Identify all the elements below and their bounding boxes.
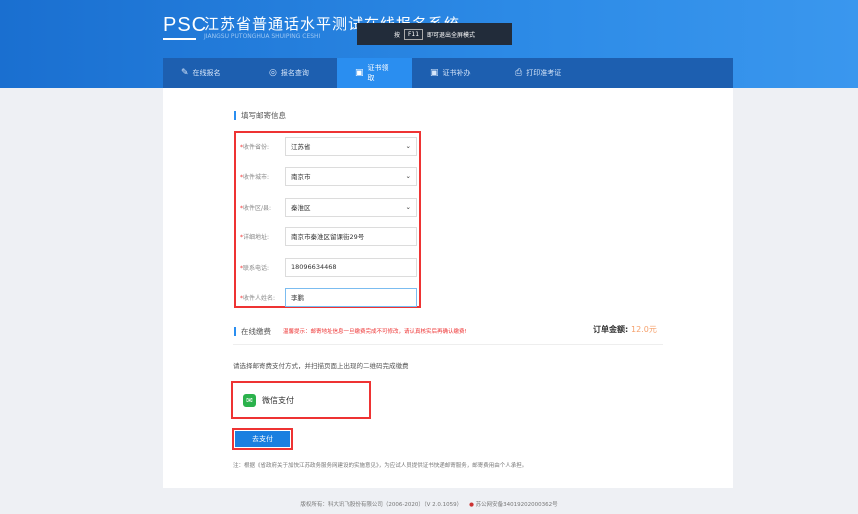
form-row-recipient: *收件人姓名: 李鹏 — [240, 287, 417, 307]
toast-key: F11 — [403, 28, 424, 40]
message-icon: ▣ — [430, 68, 439, 78]
field-label: *收件区/县: — [240, 204, 272, 212]
form-row-address: *详细地址: 南京市秦淮区留课街29号 — [240, 226, 417, 246]
mail-form: *收件省份: 江苏省 ⌄ *收件城市: 南京市 ⌄ *收件区/县: 秦淮区 ⌄ *详细地址:… — [234, 131, 421, 308]
wechat-pay-option[interactable]: ✉ 微信支付 — [231, 381, 371, 419]
mail-section-title: 填写邮寄信息 — [234, 111, 286, 120]
field-label: *联系电话: — [240, 264, 270, 272]
copyright: 版权所有：科大讯飞股份有限公司（2006-2020）（V 2.0.1059） — [300, 502, 463, 508]
address-input[interactable]: 南京市秦淮区留课街29号 — [285, 226, 417, 246]
field-label: *详细地址: — [240, 233, 270, 241]
tab-label: 证书补办 — [442, 69, 471, 77]
payment-method-label: 微信支付 — [262, 395, 294, 405]
toast-text: 即可退出全屏模式 — [427, 31, 476, 39]
amount-value: 12.0元 — [631, 325, 657, 334]
phone-input[interactable]: 18096634468 — [285, 257, 417, 277]
icp-link[interactable]: 苏公网安备34019202000362号 — [476, 502, 558, 508]
logo-underline — [163, 38, 196, 41]
field-label: *收件省份: — [240, 143, 270, 151]
search-icon: ◎ — [269, 68, 277, 78]
tab-registration-query[interactable]: ◎ 报名查询 — [251, 58, 337, 88]
message-icon: ▣ — [355, 68, 364, 78]
city-select[interactable]: 南京市 ⌄ — [285, 166, 417, 186]
form-row-province: *收件省份: 江苏省 ⌄ — [240, 136, 417, 156]
payment-section-title: 在线缴费 — [234, 327, 271, 336]
chevron-down-icon: ⌄ — [405, 142, 411, 150]
tab-certificate-reissue[interactable]: ▣ 证书补办 — [412, 58, 497, 88]
field-label: *收件人姓名: — [240, 294, 276, 302]
fullscreen-toast: 按 F11 即可退出全屏模式 — [357, 23, 512, 45]
tab-label: 在线报名 — [192, 69, 221, 77]
toast-prefix: 按 — [393, 31, 400, 39]
form-row-district: *收件区/县: 秦淮区 ⌄ — [240, 197, 417, 217]
police-badge-icon: ● — [469, 502, 474, 508]
footer: 版权所有：科大讯飞股份有限公司（2006-2020）（V 2.0.1059） ●… — [0, 500, 858, 508]
field-label: *收件城市: — [240, 173, 270, 181]
recipient-name-input[interactable]: 李鹏 — [285, 287, 417, 307]
payment-note: 注：根据《省政府关于加快江苏政务服务网建设的实施意见》，为应试人员提供证书快递邮… — [233, 463, 528, 469]
form-row-phone: *联系电话: 18096634468 — [240, 257, 417, 277]
printer-icon: ⎙ — [515, 68, 523, 78]
tab-label: 打印准考证 — [526, 69, 562, 77]
chevron-down-icon: ⌄ — [405, 203, 411, 211]
province-select[interactable]: 江苏省 ⌄ — [285, 136, 417, 156]
tab-online-registration[interactable]: ✎ 在线报名 — [163, 58, 251, 88]
order-amount: 订单金额: 12.0元 — [593, 325, 657, 334]
wechat-icon: ✉ — [243, 393, 256, 407]
content-panel: 填写邮寄信息 *收件省份: 江苏省 ⌄ *收件城市: 南京市 ⌄ *收件区/县: 秦淮区 ⌄… — [163, 88, 733, 488]
pay-button[interactable]: 去支付 — [235, 431, 290, 447]
tab-label: 报名查询 — [280, 69, 309, 77]
payment-hint: 温馨提示：邮寄地址信息一旦缴费完成不可修改，请认真核实后再确认缴费! — [283, 329, 467, 335]
chevron-down-icon: ⌄ — [405, 172, 411, 180]
header: PSC 江苏省普通话水平测试在线报名系统 JIANGSU PUTONGHUA S… — [0, 0, 858, 88]
tab-print-admission[interactable]: ⎙ 打印准考证 — [497, 58, 579, 88]
divider — [233, 344, 663, 345]
main-nav: ✎ 在线报名 ◎ 报名查询 ▣ 证书领取 ▣ 证书补办 ⎙ 打印准考证 — [163, 58, 733, 88]
site-subtitle: JIANGSU PUTONGHUA SHUIPING CESHI — [204, 33, 321, 40]
tab-label: 证书领取 — [367, 64, 389, 82]
pay-button-wrapper: 去支付 — [232, 428, 293, 450]
district-select[interactable]: 秦淮区 ⌄ — [285, 197, 417, 217]
form-row-city: *收件城市: 南京市 ⌄ — [240, 166, 417, 186]
logo: PSC — [163, 14, 208, 36]
payment-instruction: 请选择邮寄费支付方式，并扫描页面上出现的二维码完成缴费 — [233, 362, 409, 370]
tab-certificate-collect[interactable]: ▣ 证书领取 — [337, 58, 412, 88]
edit-icon: ✎ — [181, 68, 189, 78]
